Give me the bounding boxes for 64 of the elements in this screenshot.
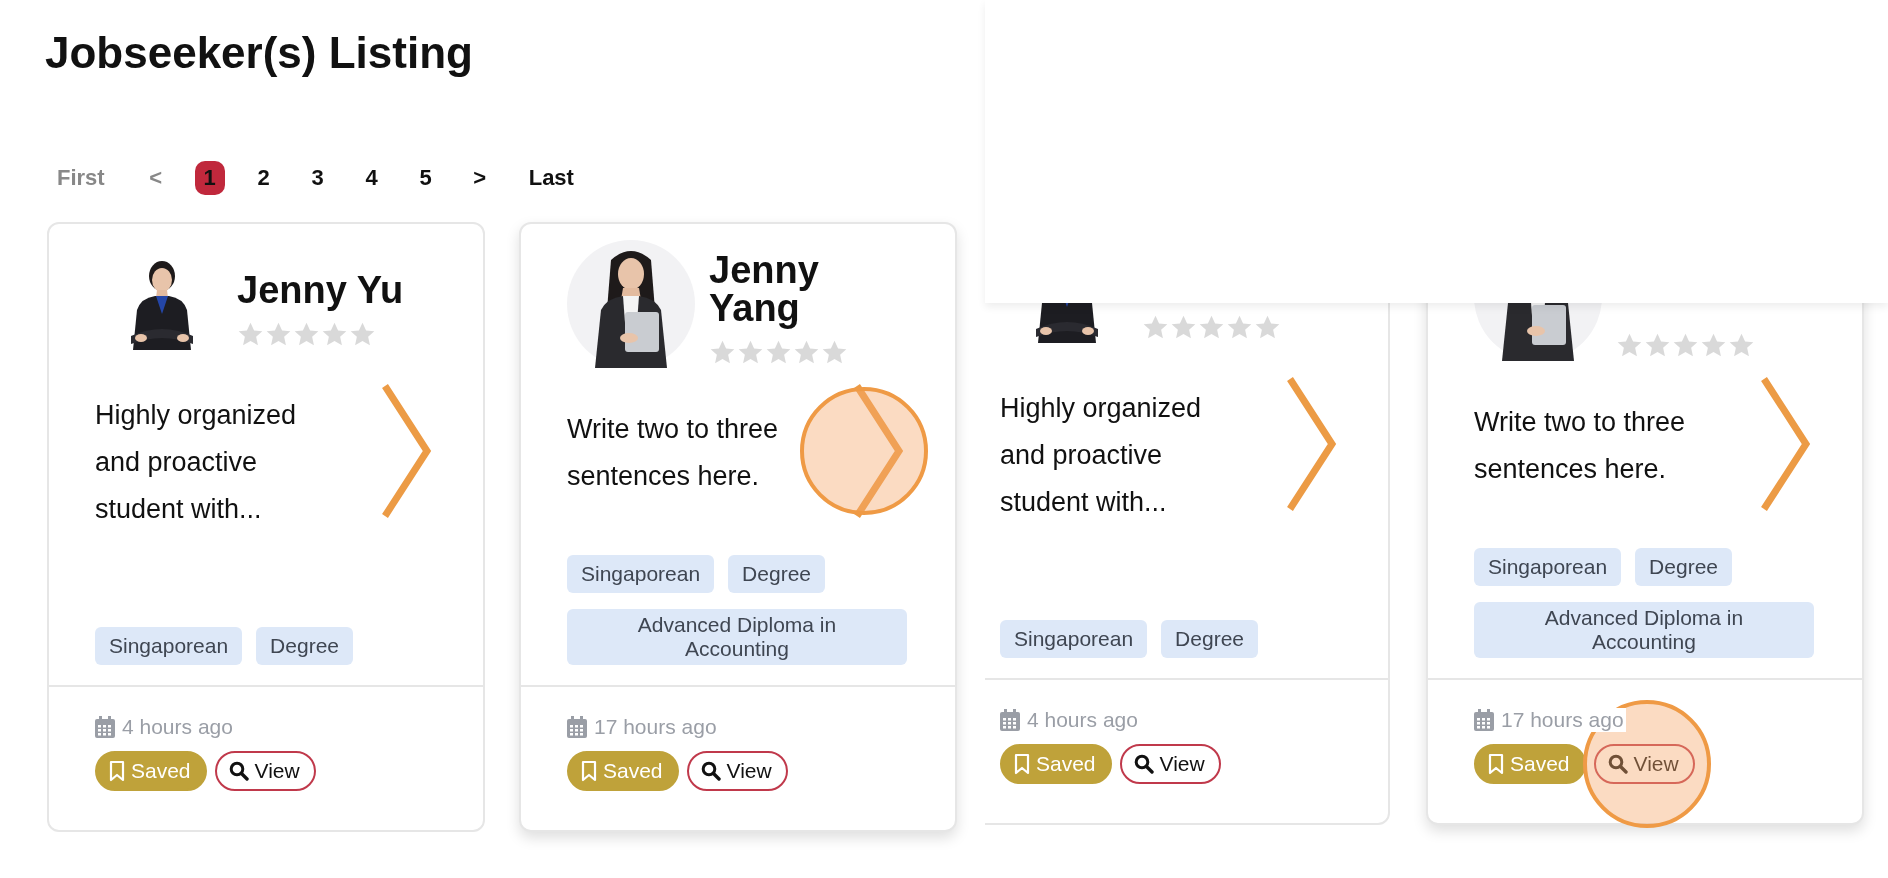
- search-icon: [1133, 754, 1154, 774]
- page-link[interactable]: Last: [518, 161, 584, 195]
- bookmark-icon: [109, 760, 125, 782]
- jobseeker-name: Jenny Yang: [709, 251, 820, 327]
- jobseeker-summary: Write two to three sentences here.: [1474, 406, 1687, 486]
- chevron-right-icon[interactable]: [851, 382, 905, 520]
- page-title: Jobseeker(s) Listing: [45, 27, 474, 79]
- star-icon: [1170, 314, 1197, 341]
- bookmark-icon: [581, 760, 597, 782]
- tag: Singaporean: [1474, 548, 1622, 586]
- page-link[interactable]: 3: [302, 161, 333, 195]
- search-icon: [1607, 754, 1628, 774]
- tag: Degree: [1161, 620, 1258, 658]
- star-icon: [709, 339, 736, 366]
- bookmark-icon: [1014, 753, 1030, 775]
- search-icon: [228, 761, 249, 781]
- calendar-icon: [567, 716, 587, 738]
- bookmark-icon: [1488, 753, 1504, 775]
- tag: Degree: [1635, 548, 1732, 586]
- star-icon: [737, 339, 764, 366]
- tag: Singaporean: [1000, 620, 1148, 658]
- jobseeker-summary: Write two to three sentences here.: [567, 413, 780, 493]
- star-icon: [1616, 332, 1643, 359]
- tag: Advanced Diploma in Accounting: [567, 609, 907, 665]
- chevron-right-icon[interactable]: [379, 382, 433, 520]
- star-icon: [793, 339, 820, 366]
- tag: Degree: [256, 627, 353, 665]
- jobseeker-name: Jenny Yu: [237, 271, 405, 309]
- calendar-icon: [1474, 709, 1494, 731]
- star-icon: [293, 321, 320, 348]
- calendar-icon: [1000, 709, 1020, 731]
- tag: Advanced Diploma in Accounting: [1474, 602, 1814, 658]
- page-link[interactable]: 5: [410, 161, 441, 195]
- star-icon: [1254, 314, 1281, 341]
- star-icon: [349, 321, 376, 348]
- search-icon: [700, 761, 721, 781]
- calendar-icon: [95, 716, 115, 738]
- view-button[interactable]: View: [214, 751, 316, 791]
- star-icon: [1198, 314, 1225, 341]
- tag: Singaporean: [567, 555, 715, 593]
- star-icon: [237, 321, 264, 348]
- star-icon: [1672, 332, 1699, 359]
- star-icon: [265, 321, 292, 348]
- page-link[interactable]: >: [464, 161, 495, 195]
- page-link[interactable]: 4: [356, 161, 387, 195]
- jobseeker-summary: Highly organized and proactive student with...: [1000, 392, 1203, 519]
- star-icon: [1142, 314, 1169, 341]
- star-icon: [1226, 314, 1253, 341]
- jobseeker-summary: Highly organized and proactive student with...: [95, 399, 298, 526]
- view-button[interactable]: View: [686, 751, 788, 791]
- chevron-right-icon[interactable]: [1758, 375, 1812, 513]
- tag: Singaporean: [95, 627, 243, 665]
- star-icon: [1700, 332, 1727, 359]
- tag: Degree: [728, 555, 825, 593]
- star-icon: [1728, 332, 1755, 359]
- star-icon: [821, 339, 848, 366]
- view-button[interactable]: View: [1593, 744, 1695, 784]
- posted-time: 17 hours ago: [1501, 708, 1626, 732]
- view-button[interactable]: View: [1119, 744, 1221, 784]
- page-link[interactable]: 2: [248, 161, 279, 195]
- star-icon: [1644, 332, 1671, 359]
- chevron-right-icon[interactable]: [1284, 375, 1338, 513]
- star-icon: [765, 339, 792, 366]
- star-icon: [321, 321, 348, 348]
